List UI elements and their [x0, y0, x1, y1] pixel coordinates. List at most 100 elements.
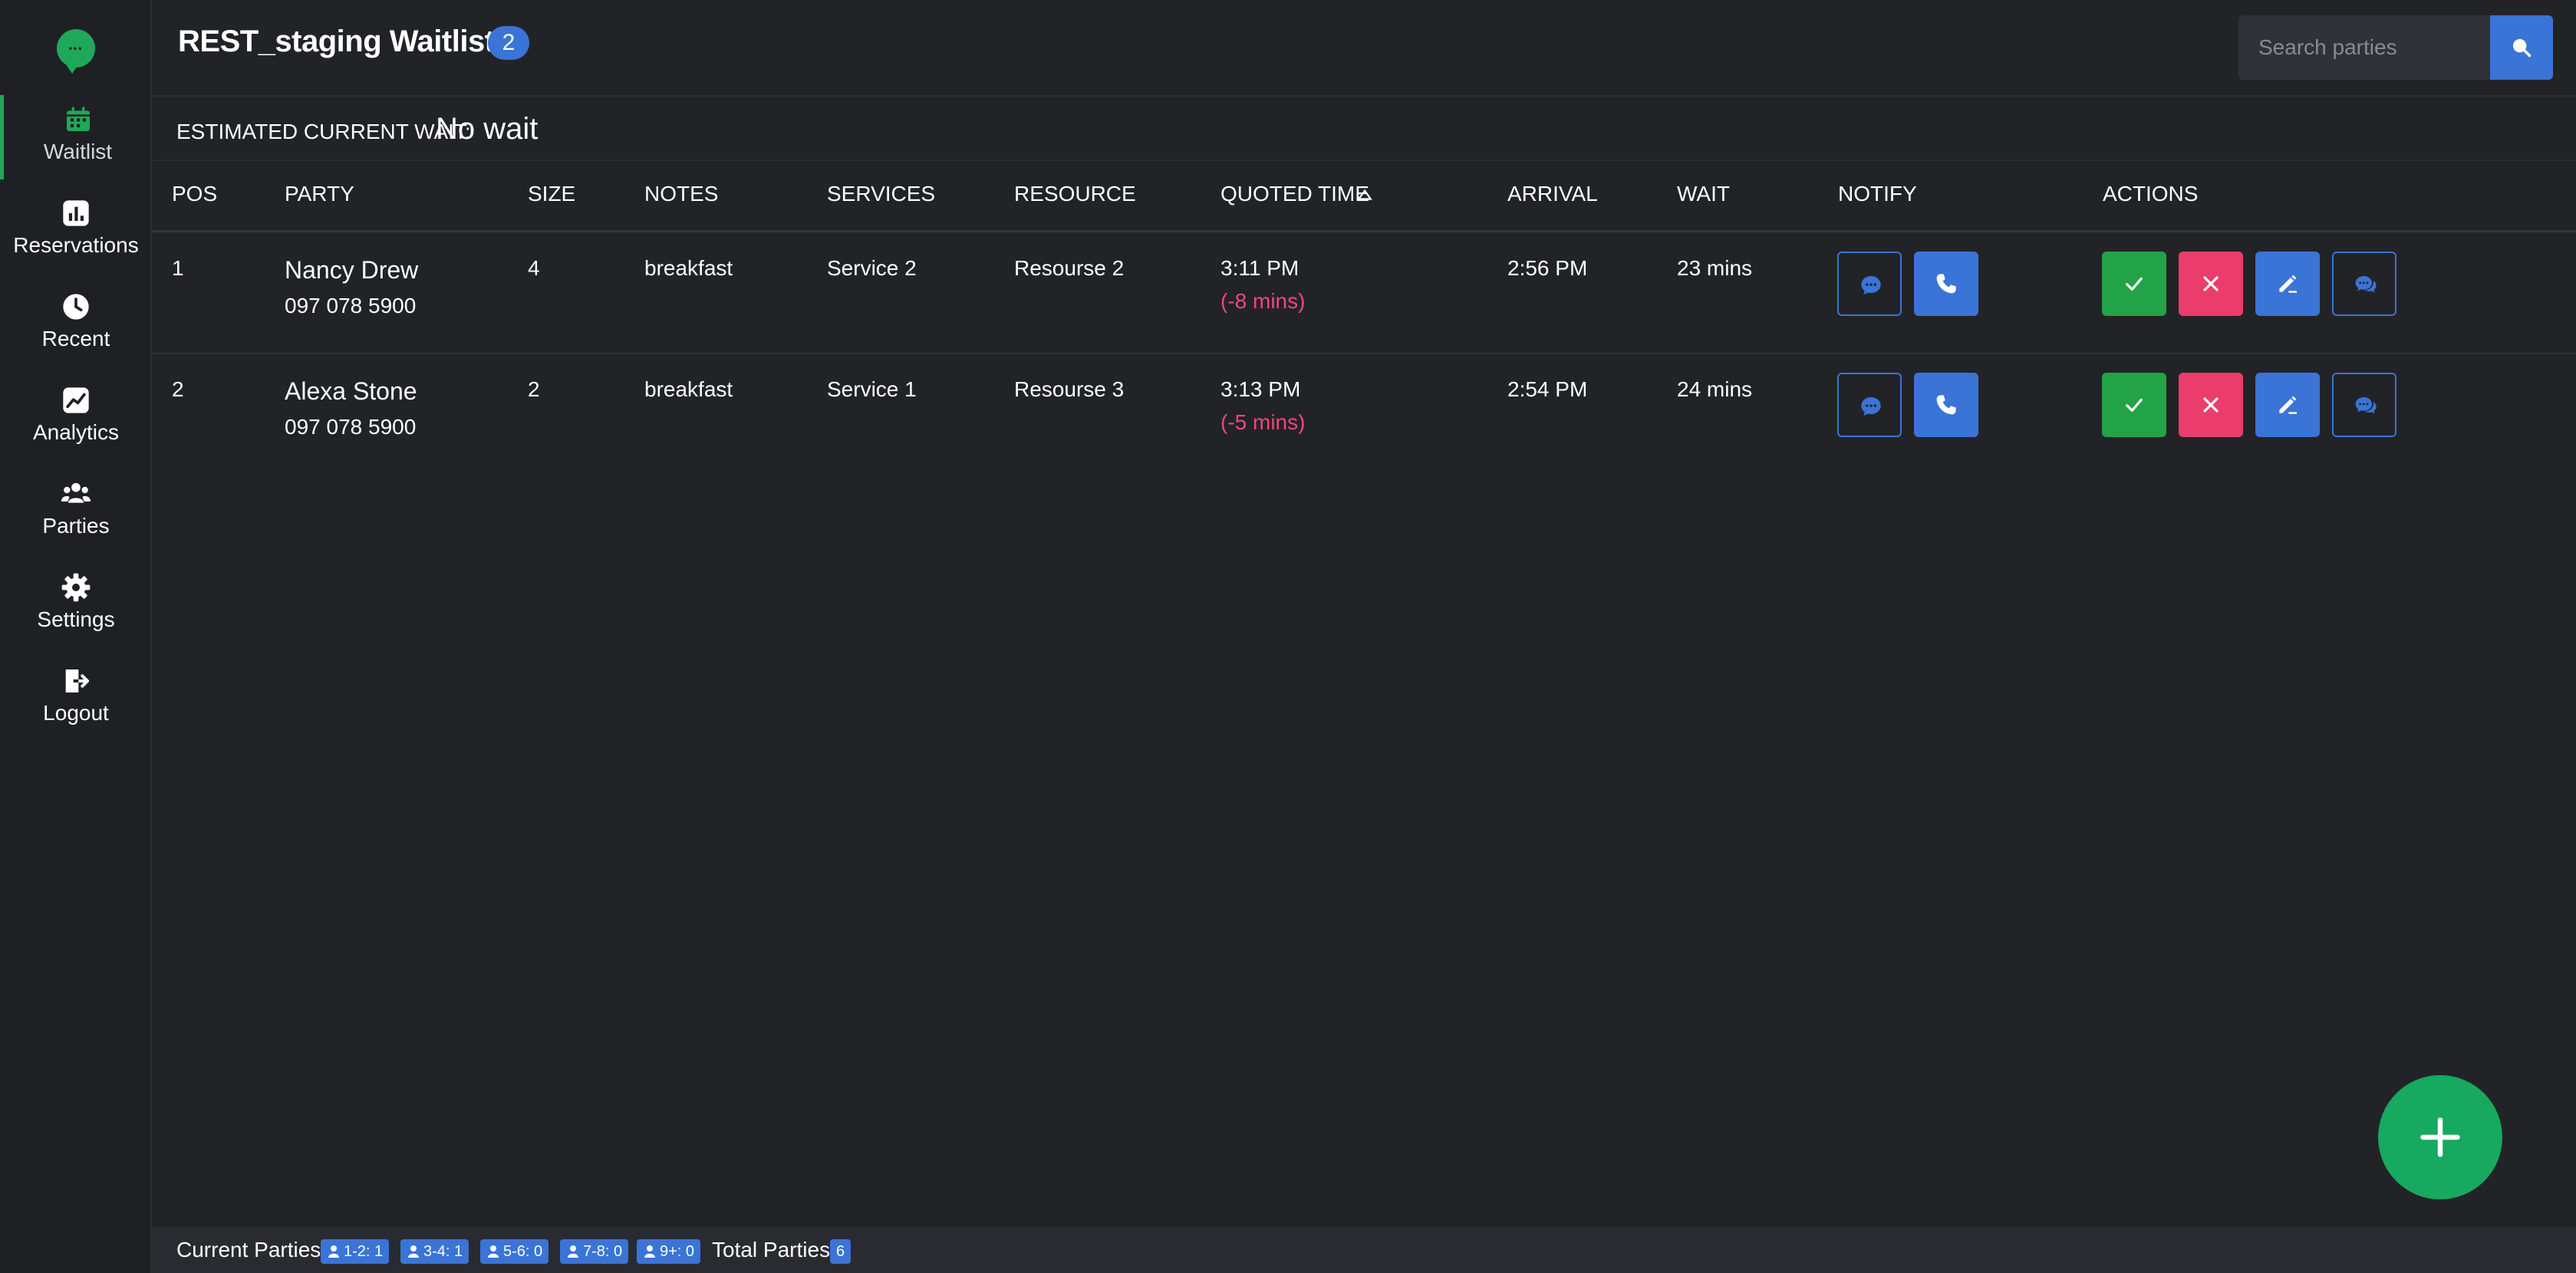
- quoted-time-delta: (-5 mins): [1220, 410, 1306, 434]
- sidebar-item-parties[interactable]: Parties: [0, 469, 152, 554]
- column-header-arrival[interactable]: ARRIVAL: [1507, 182, 1598, 206]
- party-size-chip: 1-2: 1: [321, 1239, 390, 1264]
- party-size-chip: 7-8: 0: [560, 1239, 629, 1264]
- party-size-chip-label: 5-6: 0: [503, 1243, 543, 1260]
- cell-wait: 23 mins: [1677, 256, 1753, 280]
- conversation-button[interactable]: [2332, 373, 2396, 437]
- cell-size: 2: [528, 377, 540, 401]
- table-header-divider: [152, 230, 2576, 232]
- cell-size: 4: [528, 256, 540, 280]
- edit-party-button[interactable]: [2255, 373, 2320, 437]
- column-header-services[interactable]: SERVICES: [827, 182, 935, 206]
- close-icon: [2203, 397, 2219, 413]
- edit-icon: [2279, 396, 2297, 414]
- send-message-button[interactable]: [1837, 252, 1902, 316]
- column-header-quoted-time[interactable]: QUOTED TIME: [1220, 182, 1369, 206]
- sidebar-item-recent[interactable]: Recent: [0, 282, 152, 367]
- sidebar-item-reservations[interactable]: Reservations: [0, 189, 152, 273]
- sidebar-item-label: Logout: [43, 701, 109, 725]
- sidebar-item-waitlist[interactable]: Waitlist: [0, 95, 152, 179]
- chat-icon: [1861, 276, 1881, 294]
- cell-pos: 2: [172, 377, 184, 401]
- sidebar-item-logout[interactable]: Logout: [0, 656, 152, 741]
- party-size-chip-label: 1-2: 1: [344, 1243, 384, 1260]
- quoted-time-delta: (-8 mins): [1220, 289, 1306, 313]
- estimated-wait-value: No wait: [436, 112, 539, 146]
- estimated-wait: ESTIMATED CURRENT WAIT: No wait: [152, 98, 2576, 161]
- cell-quoted-time: 3:11 PM: [1220, 256, 1300, 280]
- page-title: REST_staging Waitlist: [178, 25, 495, 58]
- party-name[interactable]: Nancy Drew: [285, 256, 418, 285]
- chat-logo-icon[interactable]: •••: [57, 29, 95, 74]
- close-icon: [2203, 276, 2219, 291]
- column-header-resource[interactable]: RESOURCE: [1014, 182, 1136, 206]
- cell-arrival: 2:56 PM: [1507, 256, 1588, 280]
- users-icon: [61, 482, 91, 503]
- remove-party-button[interactable]: [2179, 373, 2243, 437]
- waitlist-count-badge: 2: [488, 26, 529, 60]
- person-icon: [328, 1245, 339, 1258]
- party-phone: 097 078 5900: [285, 294, 417, 317]
- column-header-party[interactable]: PARTY: [285, 182, 354, 206]
- column-header-notes[interactable]: NOTES: [644, 182, 718, 206]
- cell-wait: 24 mins: [1677, 377, 1753, 401]
- party-size-chip: 3-4: 1: [400, 1239, 469, 1264]
- party-size-chip: 5-6: 0: [480, 1239, 549, 1264]
- person-icon: [568, 1245, 578, 1258]
- seat-party-button[interactable]: [2102, 373, 2166, 437]
- column-header-pos[interactable]: POS: [172, 182, 217, 206]
- calendar-icon: [66, 107, 90, 131]
- add-party-button[interactable]: [2378, 1075, 2502, 1199]
- row-divider: [152, 353, 2576, 354]
- search-button[interactable]: [2490, 15, 2553, 80]
- send-message-button[interactable]: [1837, 373, 1902, 437]
- party-size-chip-label: 9+: 0: [660, 1243, 695, 1260]
- header: REST_staging Waitlist 2: [152, 0, 2576, 97]
- chat-icon: [1861, 397, 1881, 416]
- sidebar-item-settings[interactable]: Settings: [0, 563, 152, 647]
- remove-party-button[interactable]: [2179, 252, 2243, 316]
- sidebar-item-label: Reservations: [13, 233, 139, 257]
- sidebar-item-analytics[interactable]: Analytics: [0, 376, 152, 460]
- estimated-wait-label: ESTIMATED CURRENT WAIT:: [176, 120, 471, 143]
- check-icon: [2126, 277, 2143, 291]
- seat-party-button[interactable]: [2102, 252, 2166, 316]
- phone-icon: [1936, 395, 1956, 415]
- party-size-chip: 9+: 0: [637, 1239, 701, 1264]
- total-parties-label: Total Parties:: [712, 1238, 836, 1261]
- gear-icon: [61, 573, 91, 602]
- sidebar-item-label: Waitlist: [43, 140, 113, 163]
- check-icon: [2126, 398, 2143, 412]
- clock-icon: [63, 294, 89, 320]
- call-button[interactable]: [1914, 373, 1978, 437]
- cell-quoted-time: 3:13 PM: [1220, 377, 1301, 401]
- search-icon: [2512, 38, 2532, 58]
- party-size-chip-label: 7-8: 0: [583, 1243, 623, 1260]
- comments-icon: [2355, 397, 2377, 414]
- phone-icon: [1936, 274, 1956, 294]
- sidebar-item-label: Settings: [37, 607, 115, 631]
- edit-party-button[interactable]: [2255, 252, 2320, 316]
- plus-icon: [2420, 1117, 2460, 1157]
- column-header-actions: ACTIONS: [2103, 182, 2199, 206]
- column-header-size[interactable]: SIZE: [528, 182, 575, 206]
- call-button[interactable]: [1914, 252, 1978, 316]
- party-phone: 097 078 5900: [285, 415, 417, 439]
- person-icon: [488, 1245, 499, 1258]
- party-name[interactable]: Alexa Stone: [285, 377, 417, 406]
- line-chart-icon: [63, 387, 89, 413]
- cell-arrival: 2:54 PM: [1507, 377, 1588, 401]
- cell-pos: 1: [172, 256, 184, 280]
- search-input[interactable]: [2238, 15, 2492, 80]
- cell-service: Service 2: [827, 256, 917, 280]
- edit-icon: [2279, 275, 2297, 293]
- cell-notes: breakfast: [644, 377, 733, 401]
- person-icon: [408, 1245, 419, 1258]
- sidebar-item-label: Parties: [42, 514, 110, 538]
- conversation-button[interactable]: [2332, 252, 2396, 316]
- person-icon: [644, 1245, 655, 1258]
- sort-ascending-icon[interactable]: [1356, 186, 1373, 203]
- sidebar-item-label: Analytics: [32, 420, 120, 444]
- sidebar-item-label: Recent: [41, 327, 110, 350]
- column-header-wait[interactable]: WAIT: [1677, 182, 1730, 206]
